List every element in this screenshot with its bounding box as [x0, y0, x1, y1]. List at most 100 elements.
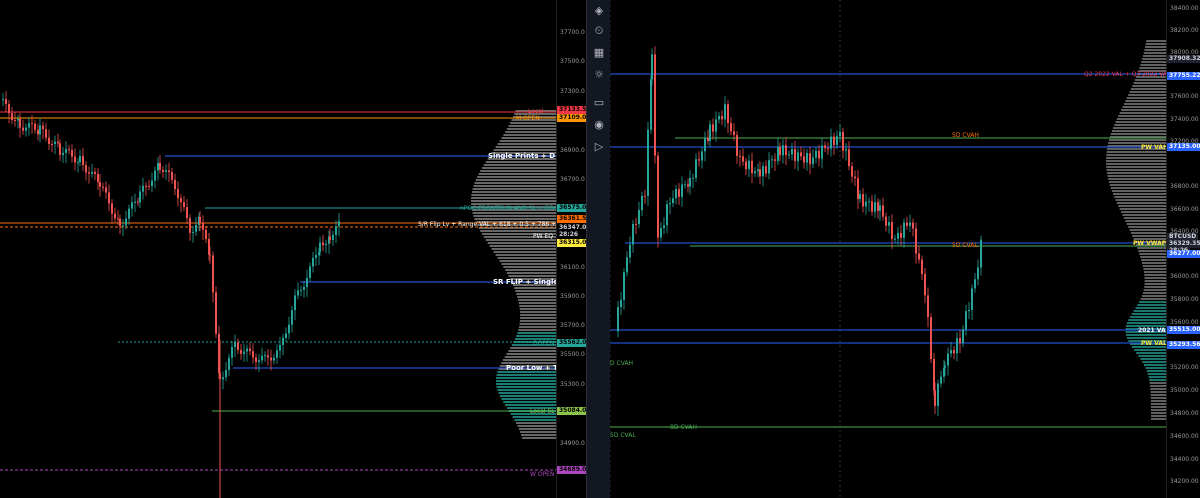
candle-body — [319, 242, 321, 253]
price-tick: 34400.00 — [1170, 456, 1199, 463]
price-tick: 37500.0 — [560, 58, 585, 65]
price-tick: 37600.00 — [1170, 93, 1199, 100]
candle-body — [231, 347, 233, 358]
volume-bar — [493, 149, 556, 151]
volume-bar — [499, 140, 556, 142]
candle-body — [689, 178, 691, 187]
volume-bar — [1116, 202, 1166, 204]
volume-bar — [512, 416, 556, 418]
volume-bar — [1119, 208, 1166, 210]
lightbulb-icon[interactable]: ☼ — [592, 68, 606, 82]
candle-body — [788, 154, 790, 156]
play-notification-icon[interactable]: ▷ — [592, 140, 606, 154]
candle-body — [626, 257, 628, 273]
candle-body — [205, 229, 207, 240]
chat-icon[interactable]: ▭ — [592, 96, 606, 110]
layers-icon[interactable]: ◈ — [592, 4, 606, 18]
candle-body — [806, 153, 808, 163]
candle-body — [678, 189, 680, 197]
volume-bar — [1123, 103, 1166, 105]
candle-body — [273, 357, 275, 361]
volume-bar — [495, 380, 556, 382]
level-label: 2021 VAL — [1138, 327, 1166, 334]
candle-body — [154, 170, 156, 181]
candle-body — [189, 218, 191, 233]
volume-bar — [1141, 295, 1166, 297]
candle-body — [162, 169, 164, 172]
volume-bar — [1145, 46, 1166, 48]
volume-bar — [499, 395, 556, 397]
volume-bar — [1125, 220, 1166, 222]
broadcast-icon[interactable]: ◉ — [592, 118, 606, 132]
candle-body — [264, 355, 266, 357]
candle-body — [971, 288, 973, 310]
volume-bar — [473, 215, 556, 217]
level-label: 5D CVAL — [952, 242, 978, 249]
alert-clock-icon[interactable]: ⏲ — [592, 24, 606, 38]
price-label-tag: 37109.0 — [557, 114, 587, 122]
candle-body — [754, 171, 756, 174]
volume-bar — [506, 272, 556, 274]
volume-bar — [1110, 133, 1166, 135]
volume-bar — [483, 164, 556, 166]
candle-body — [751, 160, 753, 174]
candle-body — [879, 205, 881, 211]
volume-bar — [517, 425, 556, 427]
price-tick: 35500.0 — [560, 351, 585, 358]
volume-bar — [1143, 271, 1166, 273]
left-price-axis[interactable]: 37700.037500.037300.036900.036700.036500… — [556, 0, 587, 498]
candle-body — [885, 216, 887, 226]
volume-bar — [1106, 157, 1166, 159]
calendar-icon[interactable]: ▦ — [592, 46, 606, 60]
volume-bar — [487, 242, 556, 244]
volume-bar — [1147, 373, 1166, 375]
volume-bar — [499, 260, 556, 262]
candle-body — [122, 225, 124, 227]
candle-body — [620, 299, 622, 308]
left-chart-canvas[interactable] — [0, 0, 556, 498]
candle-body — [874, 202, 876, 212]
price-tick: 38200.00 — [1170, 27, 1199, 34]
price-tick: 37400.00 — [1170, 116, 1199, 123]
candle-body — [644, 195, 646, 197]
candle-body — [71, 150, 73, 157]
left-chart-pane[interactable]: LocalM OPEN Single Prints + D NPOC nPOC FR… — [0, 0, 556, 498]
candle-body — [108, 192, 110, 204]
candle-body — [134, 201, 136, 203]
candle-body — [809, 153, 811, 165]
candle-body — [276, 350, 278, 358]
candle-body — [836, 136, 838, 145]
candles — [2, 91, 340, 390]
candle-body — [771, 159, 773, 161]
volume-bar — [1133, 310, 1166, 312]
price-label-tag: 36277.00 — [1167, 250, 1200, 258]
candle-body — [959, 338, 961, 344]
volume-bar — [1132, 85, 1166, 87]
volume-bar — [1149, 382, 1166, 384]
candle-body — [237, 342, 239, 351]
volume-bar — [1123, 217, 1166, 219]
candle-body — [930, 317, 932, 360]
volume-bar — [516, 422, 556, 424]
candle-body — [830, 136, 832, 149]
price-label-tag: 35084.0 — [557, 407, 587, 415]
right-price-axis[interactable]: 38400.0038200.0038000.0037800.0037600.00… — [1166, 0, 1200, 498]
right-chart-pane[interactable]: Q2 2022 VAL + Q3 2022 VAH 5D CVAH PW VAH 5D… — [610, 0, 1166, 498]
candle-body — [701, 151, 703, 161]
volume-bar — [1140, 256, 1166, 258]
price-tick: 37700.0 — [560, 29, 585, 36]
volume-bar — [1136, 352, 1166, 354]
volume-bar — [1116, 118, 1166, 120]
volume-bar — [1146, 40, 1166, 42]
level-label: Poor Low + TVAL — [506, 364, 556, 372]
level-label: PW VAH — [1141, 144, 1166, 151]
volume-bar — [520, 311, 556, 313]
candle-body — [91, 171, 93, 174]
candle-body — [228, 357, 230, 370]
volume-bar — [1126, 337, 1166, 339]
candle-body — [977, 267, 979, 280]
volume-bar — [1150, 415, 1166, 417]
price-tick: 37300.0 — [560, 88, 585, 95]
candle-body — [258, 360, 260, 362]
volume-bar — [508, 125, 556, 127]
